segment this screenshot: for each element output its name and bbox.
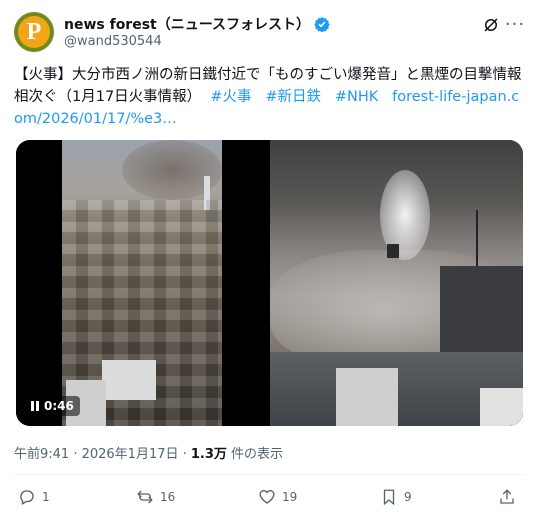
action-bar: 1 16 19 9 (14, 485, 524, 509)
share-button[interactable] (498, 485, 516, 509)
like-button[interactable]: 19 (258, 485, 297, 509)
repost-icon (137, 490, 153, 504)
hashtag-nhk[interactable]: #NHK (335, 89, 378, 105)
heart-icon (259, 490, 275, 504)
more-options-icon[interactable]: ··· (504, 14, 526, 36)
tweet-text: 【火事】大分市西ノ洲の新日鐵付近で「ものすごい爆発音」と黒煙の目撃情報相次ぐ（1… (14, 64, 522, 130)
name-row: news forest（ニュースフォレスト） (64, 14, 330, 34)
reply-icon (20, 490, 34, 505)
views-label: 件の表示 (226, 447, 284, 462)
media-grid: 0:46 (16, 140, 523, 426)
timestamp[interactable]: 午前9:41 · 2026年1月17日 · (14, 447, 191, 462)
video-frame[interactable] (62, 140, 222, 426)
avatar-letter: P (26, 19, 42, 45)
video-player[interactable]: 0:46 (16, 140, 268, 426)
video-time: 0:46 (44, 399, 74, 413)
hashtag-nippon-steel[interactable]: #新日鉄 (265, 89, 321, 105)
avatar[interactable]: P (14, 12, 54, 52)
views-count[interactable]: 1.3万 (191, 447, 227, 462)
verified-badge-icon (314, 17, 330, 32)
repost-button[interactable]: 16 (136, 485, 175, 509)
bookmark-count: 9 (404, 490, 412, 504)
tweet-header: P news forest（ニュースフォレスト） @wand530544 ··· (14, 12, 524, 56)
display-name[interactable]: news forest（ニュースフォレスト） (64, 14, 310, 34)
bookmark-button[interactable]: 9 (380, 485, 412, 509)
divider (14, 474, 524, 475)
grok-icon[interactable] (480, 14, 502, 36)
like-count: 19 (282, 490, 298, 504)
bookmark-icon (383, 489, 395, 506)
hashtag-fire[interactable]: #火事 (210, 89, 251, 105)
pause-icon[interactable] (30, 401, 40, 411)
reply-count: 1 (42, 490, 50, 504)
smoke-photo[interactable] (270, 140, 523, 426)
reply-button[interactable]: 1 (18, 485, 50, 509)
tweet-meta: 午前9:41 · 2026年1月17日 · 1.3万 件の表示 (14, 443, 283, 462)
share-icon (500, 489, 514, 504)
repost-count: 16 (160, 490, 176, 504)
video-timer[interactable]: 0:46 (24, 396, 80, 416)
handle[interactable]: @wand530544 (64, 34, 162, 49)
